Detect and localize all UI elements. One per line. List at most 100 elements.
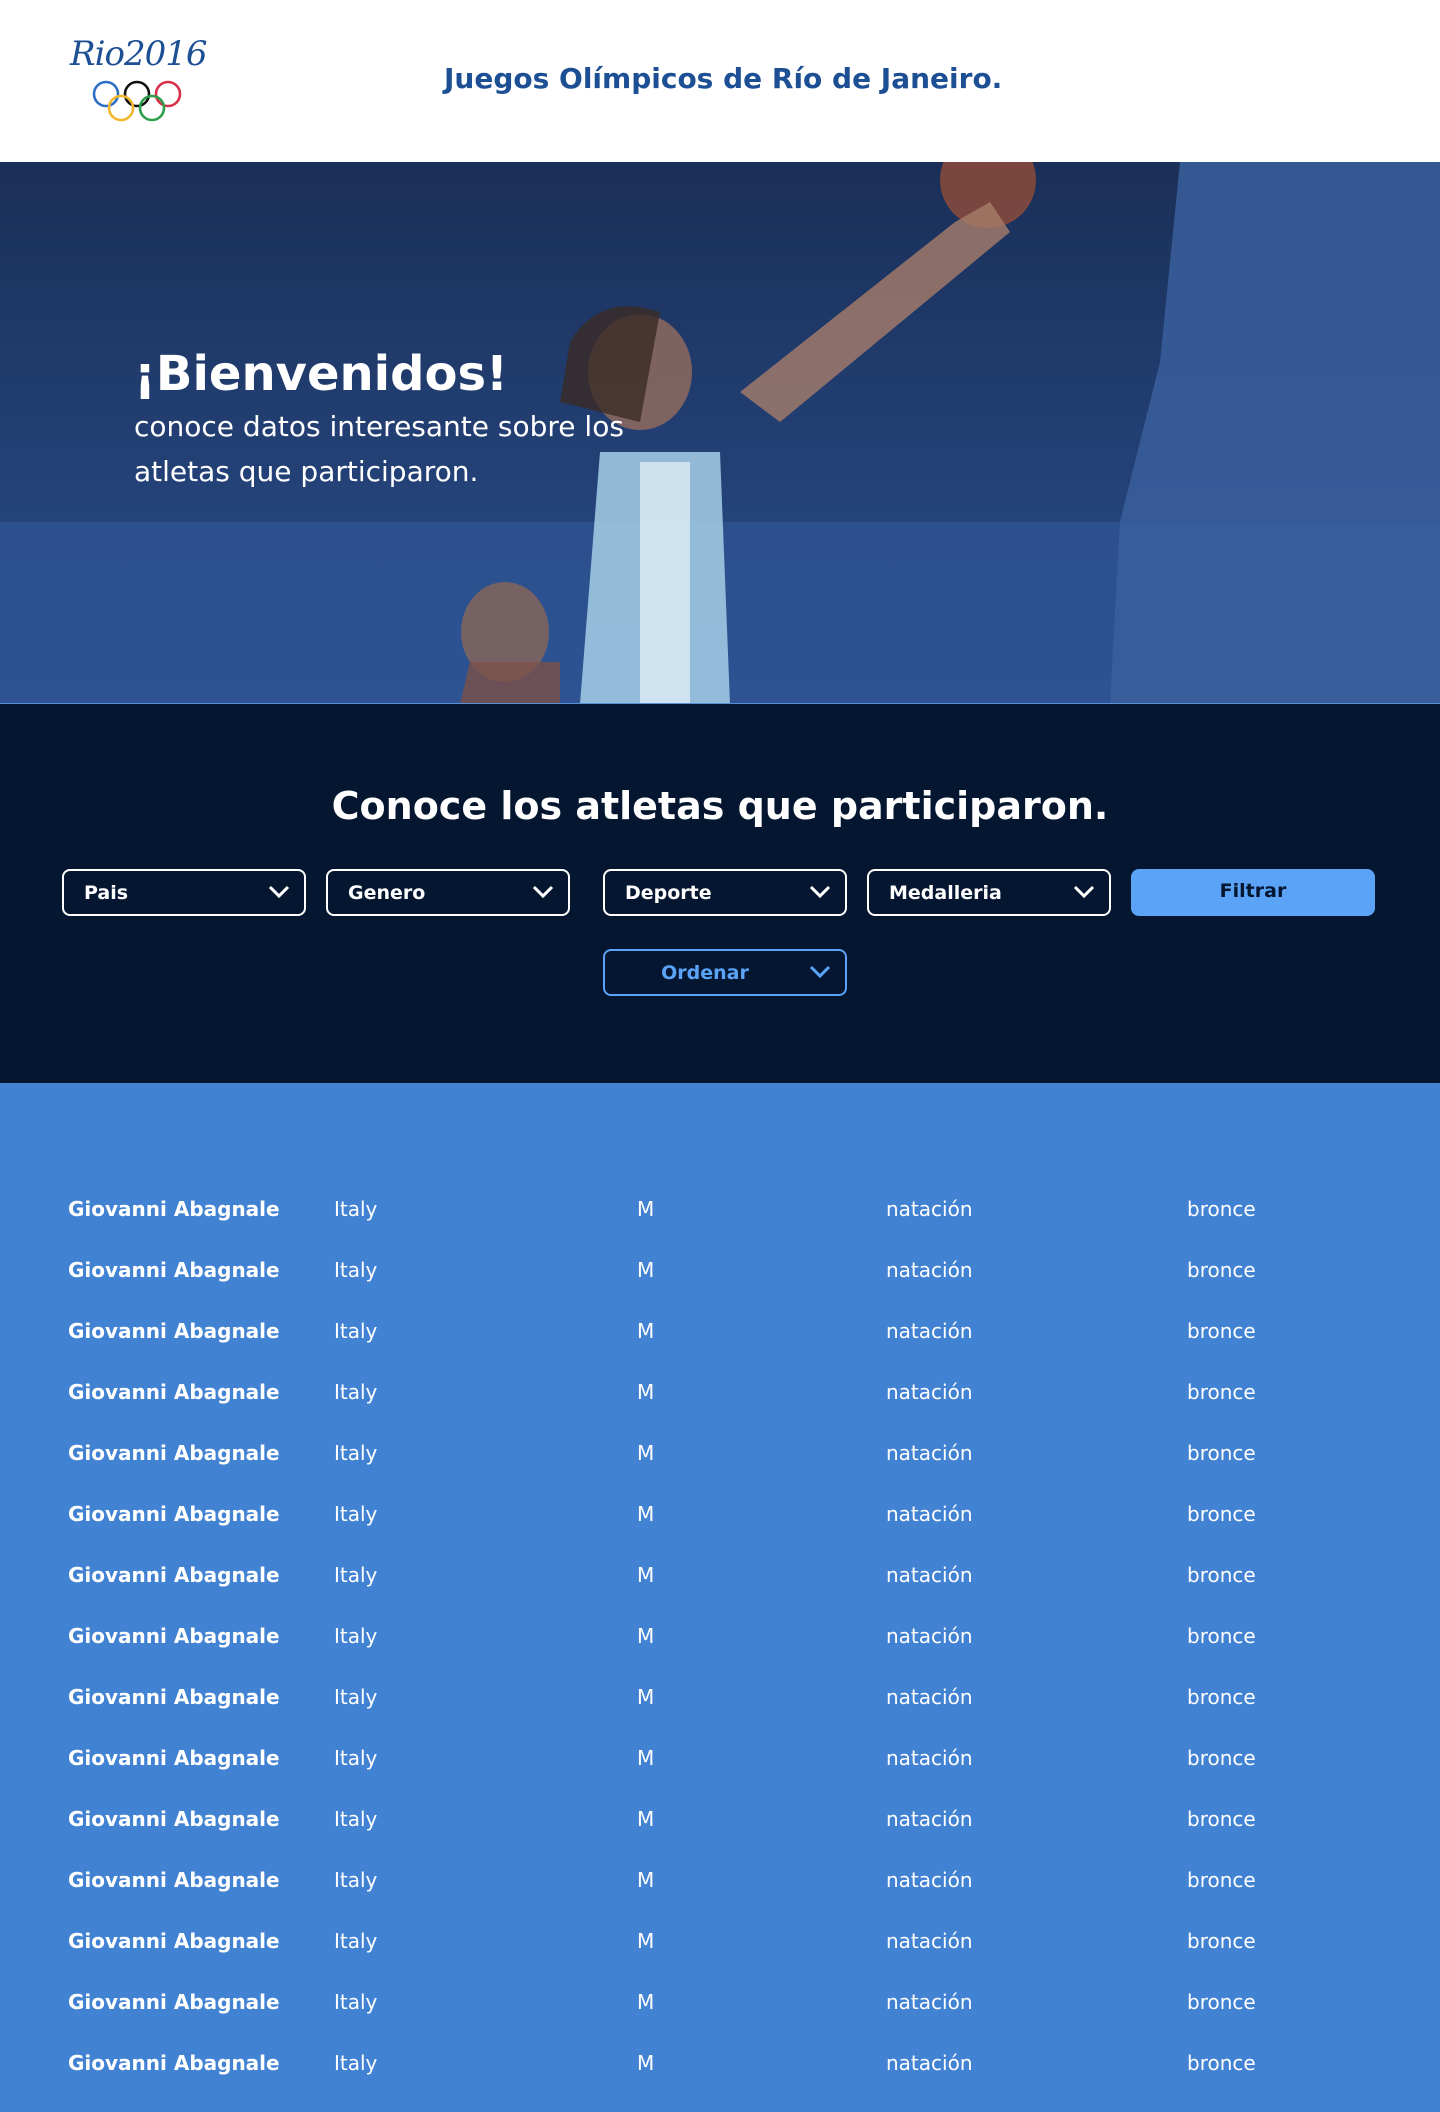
athlete-country: Italy (334, 1197, 378, 1221)
table-row[interactable]: Giovanni Abagnale Italy Mnatación bronce (0, 1746, 1440, 1807)
table-row[interactable]: Giovanni Abagnale Italy Mnatación bronce (0, 1197, 1440, 1258)
athlete-gender: M (637, 1197, 655, 1221)
athlete-name: Giovanni Abagnale (68, 1807, 280, 1831)
athlete-name: Giovanni Abagnale (68, 1929, 280, 1953)
athlete-sport: natación (886, 1685, 973, 1709)
athlete-sport: natación (886, 1624, 973, 1648)
logo-wordmark: Rio2016 (70, 34, 207, 74)
athlete-sport: natación (886, 1563, 973, 1587)
athlete-gender: M (637, 2051, 655, 2075)
table-row[interactable]: Giovanni Abagnale Italy Mnatación bronce (0, 1319, 1440, 1380)
athlete-medal: bronce (1187, 1197, 1256, 1221)
athlete-sport: natación (886, 1502, 973, 1526)
chevron-down-icon (809, 885, 831, 899)
sport-select[interactable]: Deporte (603, 869, 847, 916)
athlete-name: Giovanni Abagnale (68, 1868, 280, 1892)
table-row[interactable]: Giovanni Abagnale Italy Mnatación bronce (0, 1868, 1440, 1929)
table-row[interactable]: Giovanni Abagnale Italy Mnatación bronce (0, 1685, 1440, 1746)
table-row[interactable]: Giovanni Abagnale Italy Mnatación bronce (0, 1441, 1440, 1502)
athlete-country: Italy (334, 2051, 378, 2075)
athlete-name: Giovanni Abagnale (68, 1990, 280, 2014)
athlete-medal: bronce (1187, 1441, 1256, 1465)
athlete-country: Italy (334, 1258, 378, 1282)
athlete-medal: bronce (1187, 1624, 1256, 1648)
athlete-gender: M (637, 1258, 655, 1282)
athlete-sport: natación (886, 2051, 973, 2075)
athlete-sport: natación (886, 1258, 973, 1282)
athlete-country: Italy (334, 1685, 378, 1709)
sort-select-label: Ordenar (661, 962, 749, 984)
athlete-medal: bronce (1187, 1746, 1256, 1770)
athlete-medal: bronce (1187, 1258, 1256, 1282)
athlete-country: Italy (334, 1380, 378, 1404)
table-row[interactable]: Giovanni Abagnale Italy Mnatación bronce (0, 1502, 1440, 1563)
athlete-name: Giovanni Abagnale (68, 1624, 280, 1648)
athlete-country: Italy (334, 1624, 378, 1648)
athlete-sport: natación (886, 1197, 973, 1221)
athlete-country: Italy (334, 1319, 378, 1343)
table-row[interactable]: Giovanni Abagnale Italy Mnatación bronce (0, 1807, 1440, 1868)
table-row[interactable]: Giovanni Abagnale Italy Mnatación bronce (0, 1258, 1440, 1319)
medals-select-label: Medalleria (889, 882, 1002, 904)
athlete-country: Italy (334, 1502, 378, 1526)
athlete-medal: bronce (1187, 1563, 1256, 1587)
athlete-sport: natación (886, 1746, 973, 1770)
athlete-gender: M (637, 1929, 655, 1953)
athlete-gender: M (637, 1746, 655, 1770)
athlete-name: Giovanni Abagnale (68, 1197, 280, 1221)
athlete-medal: bronce (1187, 1319, 1256, 1343)
athlete-sport: natación (886, 1990, 973, 2014)
rio2016-logo[interactable]: Rio2016 (70, 34, 210, 130)
athlete-gender: M (637, 1807, 655, 1831)
country-select-label: Pais (84, 882, 129, 904)
athlete-sport: natación (886, 1868, 973, 1892)
athlete-gender: M (637, 1868, 655, 1892)
athlete-name: Giovanni Abagnale (68, 1380, 280, 1404)
athlete-medal: bronce (1187, 1502, 1256, 1526)
olympic-rings-icon (92, 80, 182, 122)
athlete-sport: natación (886, 1319, 973, 1343)
filter-button[interactable]: Filtrar (1131, 869, 1375, 916)
athletes-table: Giovanni Abagnale Italy Mnatación bronce Gio… (0, 1083, 1440, 2109)
athlete-medal: bronce (1187, 1380, 1256, 1404)
athlete-sport: natación (886, 1441, 973, 1465)
athlete-gender: M (637, 1563, 655, 1587)
site-header: Rio2016 Juegos Olímpicos de Río de Janei… (0, 0, 1440, 162)
table-row[interactable]: Giovanni Abagnale Italy Mnatación bronce (0, 1990, 1440, 2051)
hero-banner: ¡Bienvenidos! conoce datos interesante s… (0, 162, 1440, 704)
athlete-gender: M (637, 1624, 655, 1648)
country-select[interactable]: Pais (62, 869, 306, 916)
table-row[interactable]: Giovanni Abagnale Italy Mnatación bronce (0, 1929, 1440, 1990)
athlete-country: Italy (334, 1441, 378, 1465)
table-row[interactable]: Giovanni Abagnale Italy Mnatación bronce (0, 1380, 1440, 1441)
athlete-gender: M (637, 1380, 655, 1404)
athlete-medal: bronce (1187, 1929, 1256, 1953)
athlete-medal: bronce (1187, 1807, 1256, 1831)
athlete-medal: bronce (1187, 1990, 1256, 2014)
athlete-name: Giovanni Abagnale (68, 2051, 280, 2075)
athlete-sport: natación (886, 1929, 973, 1953)
athlete-sport: natación (886, 1380, 973, 1404)
page-title: Juegos Olímpicos de Río de Janeiro. (444, 62, 1003, 95)
athlete-medal: bronce (1187, 1685, 1256, 1709)
athlete-name: Giovanni Abagnale (68, 1563, 280, 1587)
filters-title: Conoce los atletas que participaron. (331, 784, 1109, 828)
chevron-down-icon (268, 885, 290, 899)
table-row[interactable]: Giovanni Abagnale Italy Mnatación bronce (0, 1563, 1440, 1624)
athlete-name: Giovanni Abagnale (68, 1746, 280, 1770)
athlete-gender: M (637, 1685, 655, 1709)
medals-select[interactable]: Medalleria (867, 869, 1111, 916)
athlete-country: Italy (334, 1868, 378, 1892)
chevron-down-icon (532, 885, 554, 899)
athlete-name: Giovanni Abagnale (68, 1319, 280, 1343)
sort-select[interactable]: Ordenar (603, 949, 847, 996)
chevron-down-icon (1073, 885, 1095, 899)
athlete-name: Giovanni Abagnale (68, 1441, 280, 1465)
table-row[interactable]: Giovanni Abagnale Italy Mnatación bronce (0, 1624, 1440, 1685)
table-row[interactable]: Giovanni Abagnale Italy Mnatación bronce (0, 2051, 1440, 2112)
athlete-name: Giovanni Abagnale (68, 1685, 280, 1709)
chevron-down-icon (809, 965, 831, 979)
gender-select[interactable]: Genero (326, 869, 570, 916)
athlete-sport: natación (886, 1807, 973, 1831)
athlete-gender: M (637, 1441, 655, 1465)
